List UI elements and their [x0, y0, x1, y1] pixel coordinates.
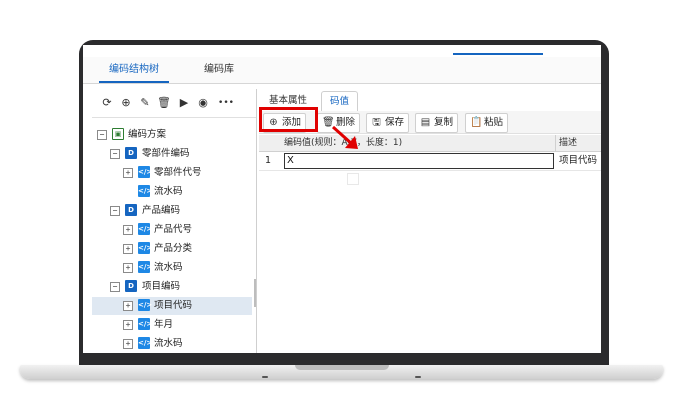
laptop-foot [415, 376, 421, 378]
grid-header: 编码值(规则：A-Z，长度：1) 描述 [259, 135, 601, 152]
tree-item[interactable]: + </> 流水码 [92, 259, 252, 277]
tree-group-product[interactable]: − D 产品编码 [92, 202, 252, 220]
stop-icon[interactable]: ◉ [196, 96, 210, 110]
paste-icon: 📋 [470, 117, 483, 128]
tree-root-label: 编码方案 [128, 129, 167, 140]
code-segment-icon: </> [138, 223, 153, 235]
tree-group-parts[interactable]: − D 零部件编码 [92, 145, 252, 163]
code-category-icon: D [125, 204, 137, 216]
copy-icon: ▤ [420, 117, 431, 128]
tree-item[interactable]: + </> 零部件代号 [92, 164, 252, 182]
main-tabs: 编码结构树 编码库 [83, 57, 601, 84]
expand-icon[interactable]: + [123, 339, 133, 349]
tree-item[interactable]: </> 流水码 [92, 183, 252, 201]
copy-button-label: 复制 [434, 117, 454, 128]
row-index: 1 [265, 155, 272, 166]
code-segment-icon: </> [138, 185, 153, 197]
highlight-annotation [259, 107, 318, 132]
expand-icon[interactable]: + [123, 301, 133, 311]
play-icon[interactable]: ▶ [177, 96, 191, 110]
laptop-notch [295, 365, 389, 370]
app-screen: 编码结构树 编码库 ⟳ ⊕ ✎ 🗑 ▶ ◉ ••• − ▣ 编码方案 − D 零… [83, 45, 601, 353]
expand-icon[interactable]: + [123, 168, 133, 178]
tree-item-label: 产品代号 [154, 224, 193, 235]
tree-group-label: 产品编码 [142, 205, 181, 216]
tree-item[interactable]: + </> 年月 [92, 316, 252, 334]
tree-group-label: 项目编码 [142, 281, 181, 292]
table-row[interactable]: 1 项目代码 [259, 152, 601, 171]
tree-item[interactable]: + </> 流水码 [92, 335, 252, 353]
tab-code-structure-tree[interactable]: 编码结构树 [99, 57, 169, 83]
code-value-input[interactable] [284, 153, 554, 169]
code-segment-icon: </> [138, 318, 153, 330]
code-segment-icon: </> [138, 261, 153, 273]
tree-item[interactable]: + </> 产品代号 [92, 221, 252, 239]
expand-icon[interactable]: + [123, 263, 133, 273]
refresh-icon[interactable]: ⟳ [100, 96, 114, 110]
save-button[interactable]: 🖫 保存 [366, 113, 410, 133]
tree-item[interactable]: + </> 产品分类 [92, 240, 252, 258]
description-cell[interactable]: 项目代码 [559, 152, 597, 170]
save-icon: 🖫 [372, 117, 381, 128]
tree-item-selected[interactable]: + </> 项目代码 [92, 297, 252, 315]
copy-button[interactable]: ▤ 复制 [415, 113, 459, 133]
delete-icon[interactable]: 🗑 [157, 96, 171, 110]
tree-item-label: 零部件代号 [154, 167, 202, 178]
tree-root[interactable]: − ▣ 编码方案 [92, 126, 252, 144]
code-category-icon: D [125, 280, 137, 292]
tab-code-values[interactable]: 码值 [321, 91, 359, 113]
scheme-icon: ▣ [112, 128, 124, 140]
save-button-label: 保存 [385, 117, 405, 128]
code-segment-icon: </> [138, 166, 153, 178]
collapse-icon[interactable]: − [97, 130, 107, 140]
tree-item-label: 流水码 [154, 186, 183, 197]
laptop-foot [262, 376, 268, 378]
top-accent-line [453, 53, 543, 55]
edit-icon[interactable]: ✎ [138, 96, 152, 110]
collapse-icon[interactable]: − [110, 282, 120, 292]
tree-toolbar: ⟳ ⊕ ✎ 🗑 ▶ ◉ ••• [92, 89, 256, 118]
tree-group-project[interactable]: − D 项目编码 [92, 278, 252, 296]
tree-item-label: 产品分类 [154, 243, 193, 254]
annotation-arrow-icon [331, 125, 358, 149]
paste-button-label: 粘贴 [484, 117, 504, 128]
screen-bezel-bottom [83, 353, 601, 365]
tree-item-label: 流水码 [154, 262, 183, 273]
column-header-description[interactable]: 描述 [559, 135, 577, 151]
code-segment-icon: </> [138, 337, 153, 349]
tree-item-label: 项目代码 [154, 300, 193, 311]
code-segment-icon: </> [138, 299, 153, 311]
detail-panel: 基本属性 码值 ⊕ 添加 🗑 删除 🖫 保存 ▤ 复制 📋 粘贴 编码值(规则：… [259, 89, 601, 353]
code-category-icon: D [125, 147, 137, 159]
collapse-icon[interactable]: − [110, 206, 120, 216]
more-icon[interactable]: ••• [216, 96, 236, 110]
collapse-icon[interactable]: − [110, 149, 120, 159]
expand-icon[interactable]: + [123, 225, 133, 235]
code-segment-icon: </> [138, 242, 153, 254]
tree-item-label: 年月 [154, 319, 174, 330]
cursor-ghost [347, 173, 359, 185]
tree-panel: ⟳ ⊕ ✎ 🗑 ▶ ◉ ••• − ▣ 编码方案 − D 零部件编码 + </>… [92, 89, 257, 353]
panel-splitter[interactable] [254, 279, 256, 307]
tree-group-label: 零部件编码 [142, 148, 190, 159]
tree-item-label: 流水码 [154, 338, 183, 349]
expand-icon[interactable]: + [123, 320, 133, 330]
tab-code-library[interactable]: 编码库 [191, 57, 247, 83]
paste-button[interactable]: 📋 粘贴 [465, 113, 509, 133]
expand-icon[interactable]: + [123, 244, 133, 254]
add-circle-icon[interactable]: ⊕ [119, 96, 133, 110]
